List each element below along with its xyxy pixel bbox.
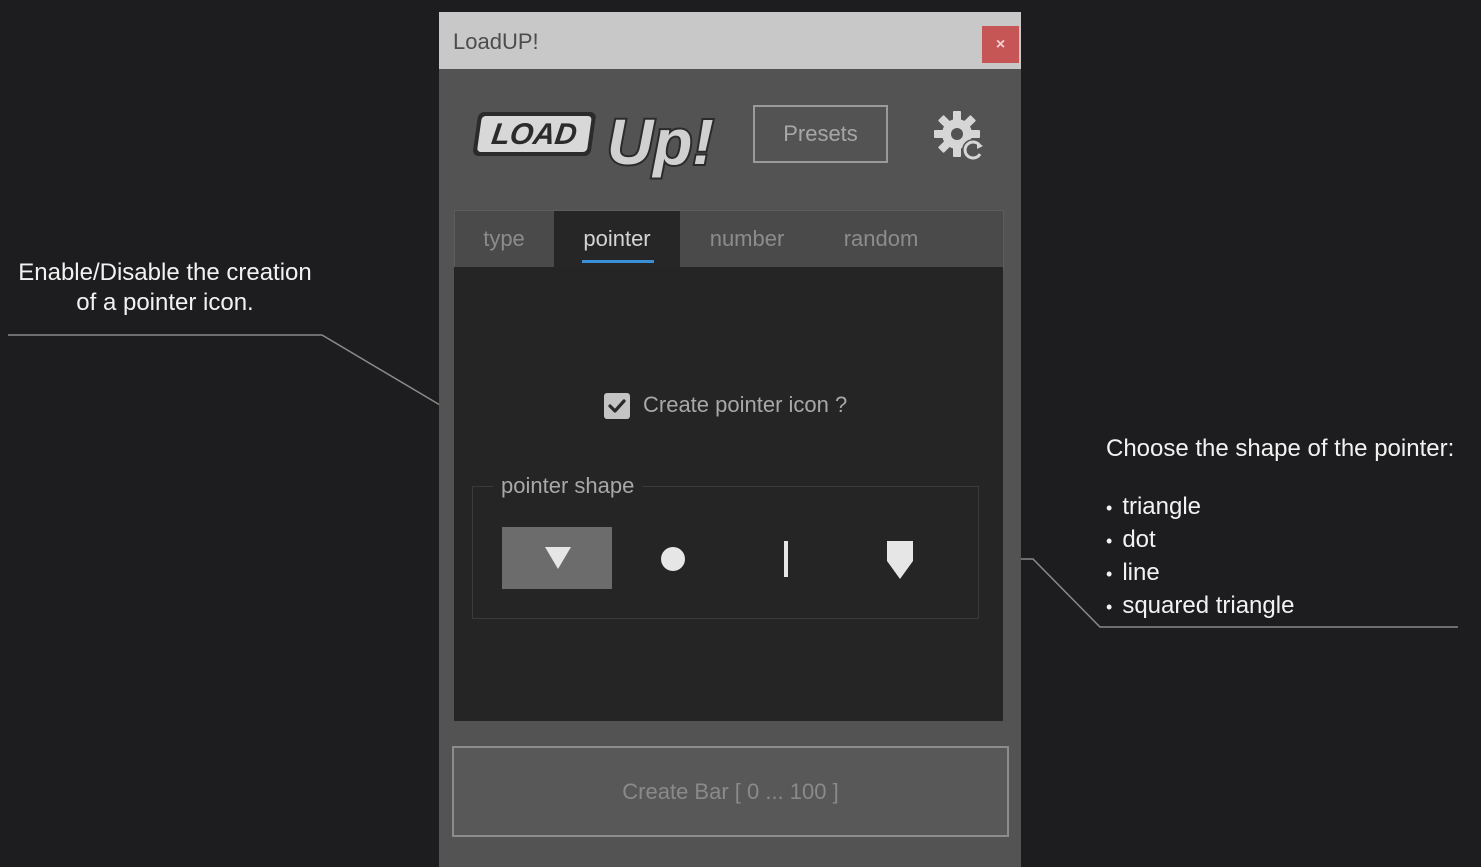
left-annotation-line1: Enable/Disable the creation: [18, 259, 312, 286]
tab-bar: type pointer number random: [454, 210, 1004, 270]
tab-label: pointer: [583, 226, 651, 251]
close-icon: ×: [995, 36, 1006, 53]
right-annotation-title: Choose the shape of the pointer:: [1106, 435, 1455, 462]
create-pointer-checkbox[interactable]: [604, 393, 630, 419]
active-tab-underline: [582, 260, 654, 263]
window-title: LoadUP!: [453, 29, 539, 54]
left-annotation: Enable/Disable the creation of a pointer…: [0, 258, 330, 318]
list-item: line: [1106, 557, 1476, 590]
tab-label: random: [843, 226, 919, 251]
squared-triangle-icon: [887, 541, 913, 579]
list-item: squared triangle: [1106, 590, 1476, 623]
tab-pointer[interactable]: pointer: [554, 211, 680, 269]
dot-icon: [661, 547, 685, 571]
tab-number[interactable]: number: [683, 211, 811, 269]
pointer-shape-label: pointer shape: [493, 473, 643, 499]
svg-text:LOAD: LOAD: [490, 118, 580, 151]
shape-line-button[interactable]: [730, 527, 840, 589]
right-annotation: Choose the shape of the pointer: triangl…: [1106, 434, 1476, 623]
tab-label: number: [709, 226, 785, 251]
shape-triangle-button[interactable]: [502, 527, 612, 589]
list-item: dot: [1106, 524, 1476, 557]
svg-text:Up!: Up!: [607, 106, 714, 178]
pointer-shape-group: pointer shape: [472, 473, 979, 619]
close-button[interactable]: ×: [982, 26, 1019, 63]
shape-squared-triangle-button[interactable]: [844, 527, 954, 589]
checkmark-icon: [608, 399, 626, 413]
triangle-icon: [545, 547, 571, 569]
gear-icon[interactable]: [931, 106, 991, 166]
loadup-logo: LOAD Up!: [473, 104, 716, 180]
left-annotation-line2: of a pointer icon.: [76, 289, 254, 316]
pointer-panel: Create pointer icon ? pointer shape: [454, 267, 1003, 721]
presets-button[interactable]: Presets: [753, 105, 888, 163]
list-item: triangle: [1106, 491, 1476, 524]
shape-dot-button[interactable]: [618, 527, 728, 589]
tab-random[interactable]: random: [813, 211, 949, 269]
title-bar[interactable]: LoadUP! ×: [439, 12, 1021, 69]
create-bar-button[interactable]: Create Bar [ 0 ... 100 ]: [452, 746, 1009, 837]
shape-options-list: triangle dot line squared triangle: [1106, 491, 1476, 623]
tab-label: type: [483, 226, 525, 251]
create-pointer-label: Create pointer icon ?: [643, 392, 848, 417]
line-icon: [784, 541, 788, 577]
tab-type[interactable]: type: [455, 211, 553, 269]
loadup-window: LoadUP! × LOAD Up! Presets type pointer …: [439, 12, 1021, 867]
